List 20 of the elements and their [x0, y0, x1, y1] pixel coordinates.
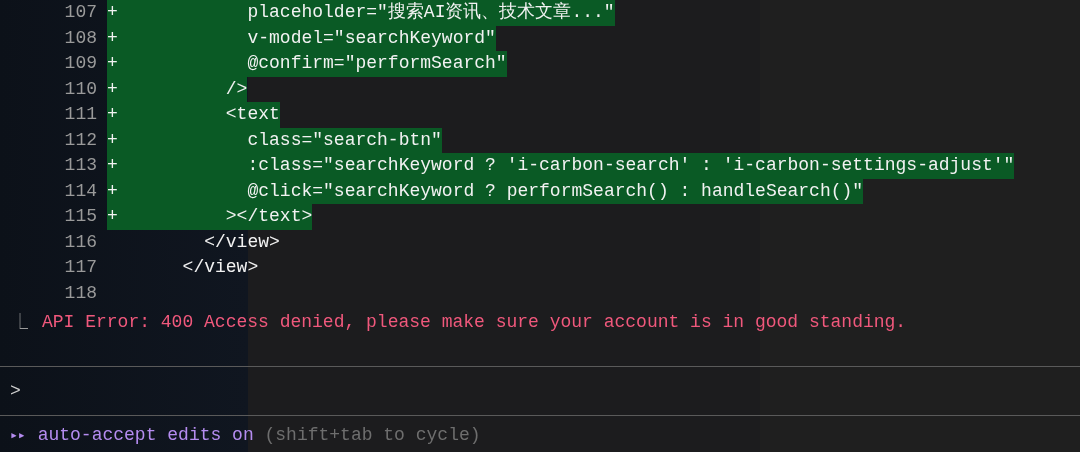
- line-number: 117: [63, 256, 98, 279]
- elbow-icon: ⎿: [12, 312, 42, 332]
- line-number: 118: [63, 281, 98, 305]
- mode-label: auto-accept edits on: [37, 425, 254, 445]
- line-number: 108: [63, 26, 98, 50]
- line-number: 115: [63, 205, 98, 228]
- line-number: 114: [63, 179, 98, 203]
- line-number: 116: [63, 230, 98, 254]
- error-message: API Error: 400 Access denied, please make sure your account is in good standing.: [42, 312, 907, 332]
- mode-icon: ▸▸: [10, 427, 26, 443]
- line-number: 107: [63, 1, 98, 24]
- line-number: 112: [63, 128, 98, 152]
- line-number: 113: [63, 154, 98, 177]
- mode-hint: (shift+tab to cycle): [264, 425, 481, 445]
- code-line: </view>: [181, 256, 259, 279]
- prompt-input[interactable]: >: [10, 381, 21, 401]
- line-number: 110: [63, 77, 98, 101]
- line-number: 109: [63, 52, 98, 75]
- code-line: </view>: [203, 230, 280, 254]
- line-number: 111: [63, 103, 98, 126]
